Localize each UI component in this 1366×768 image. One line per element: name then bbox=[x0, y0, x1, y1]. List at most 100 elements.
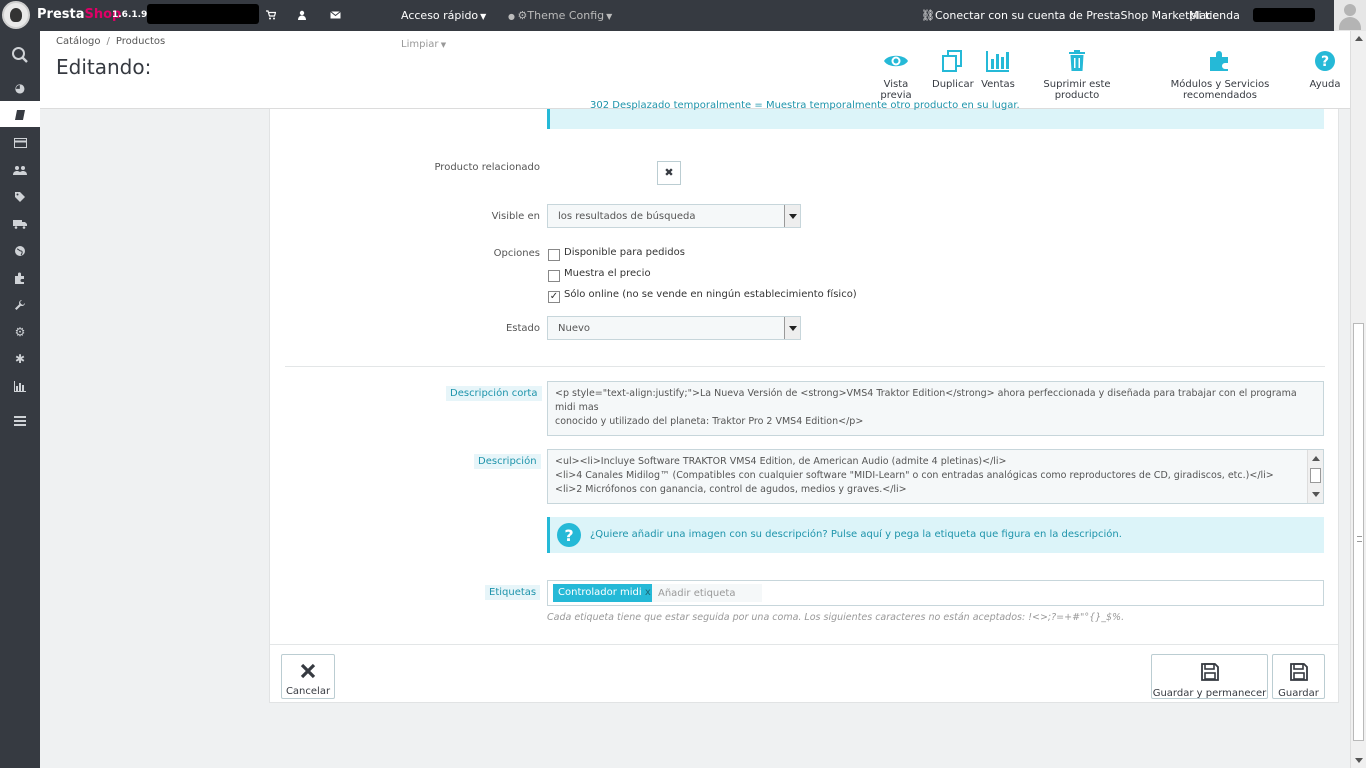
tags-input[interactable]: Controlador midi x Añadir etiqueta bbox=[547, 580, 1324, 606]
condition-label: Estado bbox=[505, 323, 540, 334]
visibility-select[interactable]: los resultados de búsqueda bbox=[547, 204, 801, 228]
chevron-down-icon bbox=[784, 205, 800, 227]
puzzle-icon bbox=[1140, 49, 1300, 73]
condition-select[interactable]: Nuevo bbox=[547, 316, 801, 340]
save-icon bbox=[1273, 663, 1324, 684]
description-textarea[interactable]: <ul><li>Incluye Software TRAKTOR VMS4 Ed… bbox=[547, 449, 1324, 504]
breadcrumb-separator: / bbox=[106, 36, 110, 47]
message-icon[interactable] bbox=[330, 10, 341, 20]
scroll-up-icon bbox=[1312, 456, 1320, 461]
save-button[interactable]: Guardar bbox=[1272, 654, 1325, 699]
link-icon: ⛓ bbox=[921, 9, 935, 22]
scroll-thumb[interactable] bbox=[1310, 468, 1321, 483]
save-and-stay-button[interactable]: Guardar y permanecer bbox=[1151, 654, 1268, 699]
quick-access-label: Acceso rápido bbox=[401, 9, 479, 22]
scroll-up-icon[interactable] bbox=[1355, 36, 1363, 41]
breadcrumb-catalog[interactable]: Catálogo bbox=[56, 36, 101, 47]
modules-icon[interactable] bbox=[0, 264, 40, 290]
brand-presta: Presta bbox=[37, 7, 85, 22]
show-price-label: Muestra el precio bbox=[564, 268, 651, 279]
collapse-menu-icon[interactable] bbox=[0, 407, 40, 433]
visibility-selected-value: los resultados de búsqueda bbox=[558, 211, 696, 222]
advanced-parameters-icon[interactable]: ⚙ bbox=[0, 319, 40, 345]
clear-cache-button[interactable]: Limpiar ▼ bbox=[401, 39, 446, 50]
divider bbox=[285, 366, 1325, 367]
breadcrumb-products[interactable]: Productos bbox=[116, 36, 165, 47]
avatar[interactable] bbox=[1334, 0, 1366, 31]
quick-access-menu[interactable]: Acceso rápido ▼ bbox=[401, 9, 486, 22]
localization-icon[interactable] bbox=[0, 237, 40, 263]
tag-chip: Controlador midi x bbox=[553, 584, 656, 602]
theme-config-menu[interactable]: ● ⚙Theme Config ▼ bbox=[508, 9, 612, 22]
add-tag-field[interactable]: Añadir etiqueta bbox=[652, 584, 762, 602]
delete-label: Suprimir este producto bbox=[1043, 79, 1111, 101]
tag-remove-icon[interactable]: x bbox=[645, 587, 651, 598]
tag-chip-label: Controlador midi bbox=[558, 587, 642, 598]
save-label: Guardar bbox=[1278, 688, 1319, 699]
save-icon bbox=[1152, 663, 1267, 684]
image-help-notice: ? ¿Quiere añadir una imagen con su descr… bbox=[547, 517, 1324, 553]
image-help-text[interactable]: ¿Quiere añadir una imagen con su descrip… bbox=[590, 529, 1122, 540]
copy-icon bbox=[932, 49, 972, 73]
cancel-button[interactable]: Cancelar bbox=[281, 654, 335, 699]
wrench-icon[interactable] bbox=[0, 291, 40, 317]
redacted-user-name bbox=[1253, 8, 1315, 22]
close-icon: ✖ bbox=[664, 166, 674, 179]
dashboard-icon[interactable]: ◕ bbox=[0, 75, 40, 101]
dot-icon: ● bbox=[508, 12, 518, 21]
brand-name[interactable]: PrestaShop bbox=[37, 7, 121, 22]
customers-icon[interactable] bbox=[0, 156, 40, 182]
cart-icon[interactable] bbox=[266, 10, 277, 20]
scroll-thumb[interactable] bbox=[1353, 323, 1364, 741]
marketplace-link[interactable]: ⛓Conectar con su cuenta de PrestaShop Ma… bbox=[921, 9, 1219, 22]
cancel-label: Cancelar bbox=[285, 686, 331, 697]
svg-text:?: ? bbox=[564, 526, 573, 545]
short-description-textarea[interactable]: <p style="text-align:justify;">La Nueva … bbox=[547, 381, 1324, 436]
catalog-icon[interactable] bbox=[0, 101, 40, 127]
stats-icon[interactable] bbox=[0, 373, 40, 399]
version-label: 1.6.1.9 bbox=[112, 10, 148, 20]
available-for-order-checkbox[interactable] bbox=[548, 249, 560, 261]
preview-button[interactable]: Vista previa bbox=[868, 49, 924, 101]
eye-icon bbox=[868, 49, 924, 73]
remove-related-product-button[interactable]: ✖ bbox=[657, 161, 681, 185]
customer-icon[interactable] bbox=[297, 10, 307, 20]
price-rules-icon[interactable] bbox=[0, 183, 40, 209]
redirect-notice-text: 302 Desplazado temporalmente = Muestra t… bbox=[590, 100, 1020, 111]
delete-product-button[interactable]: Suprimir este producto bbox=[1024, 49, 1130, 101]
close-icon bbox=[282, 663, 334, 682]
administration-icon[interactable]: ✱ bbox=[0, 346, 40, 372]
caret-down-icon: ▼ bbox=[606, 12, 613, 21]
search-icon[interactable] bbox=[0, 41, 40, 67]
duplicate-label: Duplicar bbox=[932, 79, 974, 90]
prestashop-logo-icon[interactable] bbox=[2, 1, 30, 29]
duplicate-button[interactable]: Duplicar bbox=[932, 49, 974, 90]
bar-chart-icon bbox=[981, 49, 1015, 73]
related-product-label: Producto relacionado bbox=[434, 162, 540, 173]
marketplace-label: Conectar con su cuenta de PrestaShop Mar… bbox=[934, 9, 1220, 22]
sales-label: Ventas bbox=[981, 79, 1015, 90]
show-price-checkbox[interactable] bbox=[548, 270, 560, 282]
sales-button[interactable]: Ventas bbox=[981, 49, 1015, 90]
scroll-down-icon[interactable] bbox=[1355, 758, 1363, 763]
short-description-line: <p style="text-align:justify;">La Nueva … bbox=[555, 388, 1297, 413]
page-scrollbar[interactable] bbox=[1350, 31, 1366, 768]
redacted-shop-name bbox=[147, 4, 259, 24]
redirect-info-notice: 302 Desplazado temporalmente = Muestra t… bbox=[547, 101, 1324, 129]
description-line: <li>2 Micrófonos con ganancia, control d… bbox=[555, 484, 907, 495]
orders-icon[interactable] bbox=[0, 129, 40, 155]
theme-config-label: Theme Config bbox=[527, 9, 605, 22]
tags-help-text: Cada etiqueta tiene que estar seguida po… bbox=[547, 612, 1125, 623]
description-scrollbar[interactable] bbox=[1307, 450, 1323, 503]
help-button[interactable]: ? Ayuda bbox=[1308, 49, 1342, 90]
clear-label: Limpiar bbox=[401, 39, 439, 50]
online-only-checkbox[interactable]: ✓ bbox=[548, 291, 560, 303]
my-shop-link[interactable]: Mi tienda bbox=[1189, 9, 1240, 22]
shipping-icon[interactable] bbox=[0, 210, 40, 236]
sidebar: ◕ ⚙ ✱ bbox=[0, 31, 40, 768]
breadcrumb: Catálogo / Productos bbox=[56, 36, 165, 47]
description-line: <ul><li>Incluye Software TRAKTOR VMS4 Ed… bbox=[555, 456, 1007, 467]
condition-selected-value: Nuevo bbox=[558, 323, 591, 334]
recommended-modules-button[interactable]: Módulos y Servicios recomendados bbox=[1140, 49, 1300, 101]
question-circle-icon: ? bbox=[556, 522, 582, 551]
